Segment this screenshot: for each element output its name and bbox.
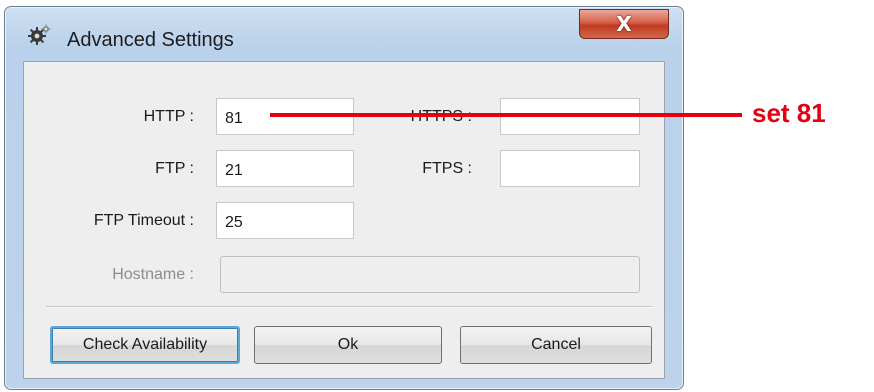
- advanced-settings-dialog: Advanced Settings X HTTP : 81 HTTPS : FT…: [4, 6, 684, 390]
- close-button[interactable]: X: [579, 9, 669, 39]
- https-label: HTTPS :: [411, 108, 472, 126]
- annotation-arrow-line: [270, 113, 742, 117]
- title-bar[interactable]: Advanced Settings X: [5, 7, 683, 53]
- http-label: HTTP :: [143, 108, 194, 125]
- annotation-text: set 81: [752, 98, 826, 128]
- separator: [46, 306, 652, 308]
- close-icon: X: [616, 12, 632, 36]
- dialog-body: HTTP : 81 HTTPS : FTP : 21 FTPS : FTP Ti…: [23, 61, 665, 379]
- ftp-label: FTP :: [155, 160, 194, 177]
- ftp-timeout-label: FTP Timeout :: [93, 212, 194, 229]
- cancel-button[interactable]: Cancel: [460, 326, 652, 364]
- ftp-timeout-input[interactable]: 25: [216, 202, 354, 239]
- ftps-port-input[interactable]: [500, 150, 640, 187]
- hostname-input: [220, 256, 640, 293]
- gear-icon: [27, 24, 51, 46]
- hostname-label: Hostname :: [112, 266, 194, 283]
- window-title: Advanced Settings: [67, 29, 234, 51]
- check-availability-button[interactable]: Check Availability: [50, 326, 240, 364]
- ok-button[interactable]: Ok: [254, 326, 442, 364]
- ftp-port-input[interactable]: 21: [216, 150, 354, 187]
- ftps-label: FTPS :: [422, 160, 472, 177]
